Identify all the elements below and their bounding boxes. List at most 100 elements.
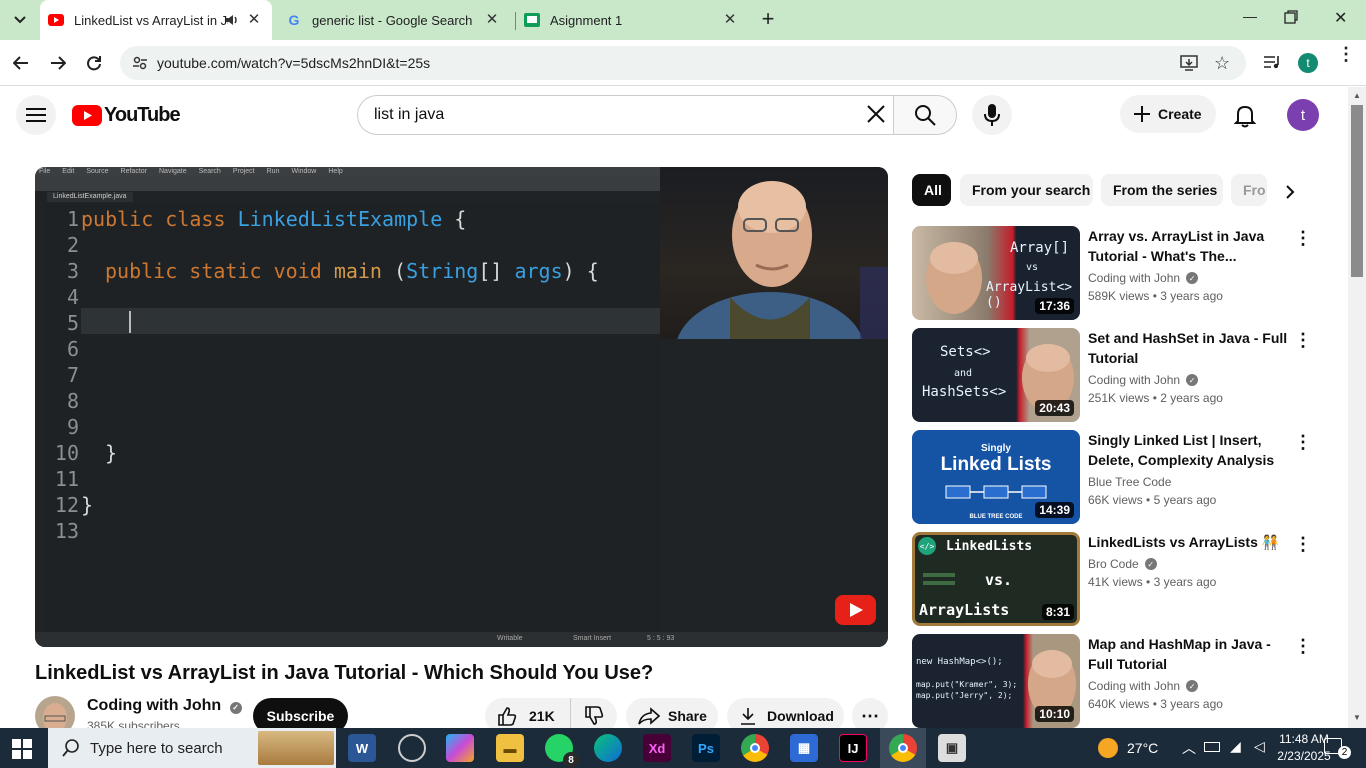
more-options-icon[interactable]: ⋮ [1294,636,1312,656]
install-app-icon[interactable] [1180,55,1198,76]
channel-name[interactable]: Coding with John ✓ [87,697,242,715]
upload-age: 3 years ago [1160,289,1223,303]
show-hidden-icons-icon[interactable]: ︿ [1182,738,1196,758]
speaker-icon[interactable] [224,12,240,28]
recommendation-item[interactable]: </> LinkedLists vs. ArrayLists 8:31 Link… [912,532,1348,626]
profile-avatar[interactable]: t [1298,53,1318,73]
scrollbar-thumb[interactable] [1351,105,1363,277]
restore-icon [1284,10,1298,24]
notifications-button[interactable] [1233,104,1257,133]
recommendation-item[interactable]: Array[] vs ArrayList<>() 17:36 Array vs.… [912,226,1348,320]
line-number: 13 [54,519,79,543]
temperature-text[interactable]: 27°C [1127,740,1158,756]
close-tab-icon[interactable]: ✕ [246,12,262,28]
ide-menu-item: Refactor [120,168,147,175]
battery-icon[interactable] [1204,742,1220,752]
back-button[interactable] [8,50,34,76]
upload-age: 5 years ago [1153,493,1217,507]
video-thumbnail[interactable]: </> LinkedLists vs. ArrayLists 8:31 [912,532,1080,626]
recommendation-item[interactable]: new HashMap<>(); map.put("Kramer", 3); m… [912,634,1348,728]
intellij-app-icon[interactable]: IJ [839,734,867,762]
page-scrollbar[interactable]: ▲ ▼ [1348,87,1366,728]
recommendation-title[interactable]: Array vs. ArrayList in Java Tutorial - W… [1088,226,1298,266]
close-window-button[interactable]: ✕ [1334,8,1354,32]
account-avatar[interactable]: t [1287,99,1319,131]
recommendation-item[interactable]: Sets<> and HashSets<> 20:43 Set and Hash… [912,328,1348,422]
create-button[interactable]: Create [1120,95,1216,133]
restore-window-button[interactable] [1284,10,1308,30]
new-tab-button[interactable]: + [756,8,780,32]
tab-google-search[interactable]: G generic list - Google Search ✕ [278,0,510,40]
recommendation-channel[interactable]: Coding with John ✓ [1088,679,1199,693]
browser-menu-icon[interactable]: ⋮ [1337,45,1355,63]
start-button[interactable] [12,739,32,764]
photos-app-icon[interactable]: ▣ [938,734,966,762]
tab-youtube-video[interactable]: LinkedList vs ArrayList in Jav ✕ [40,0,272,40]
photoshop-app-icon[interactable]: Ps [692,734,720,762]
video-thumbnail[interactable]: Sets<> and HashSets<> 20:43 [912,328,1080,422]
taskbar-search-box[interactable]: Type here to search [48,728,336,768]
media-controls-icon[interactable] [1263,54,1281,75]
search-button[interactable] [893,95,957,135]
share-icon [638,707,660,725]
chip-all[interactable]: All [912,174,951,206]
video-player[interactable]: File Edit Source Refactor Navigate Searc… [35,167,888,647]
duration-badge: 20:43 [1035,400,1074,416]
recommendation-channel[interactable]: Bro Code ✓ [1088,557,1157,571]
more-options-icon[interactable]: ⋮ [1294,330,1312,350]
close-tab-icon[interactable]: ✕ [484,12,500,28]
thumbnail-text: and [954,368,973,379]
video-thumbnail[interactable]: Array[] vs ArrayList<>() 17:36 [912,226,1080,320]
recommendation-item[interactable]: Singly Linked Lists BLUE TREE CODE 14:39… [912,430,1348,524]
chip-from-truncated[interactable]: Fro [1231,174,1267,206]
search-input[interactable]: list in java [357,95,894,135]
minimize-window-button[interactable]: — [1236,8,1264,32]
video-thumbnail[interactable]: Singly Linked Lists BLUE TREE CODE 14:39 [912,430,1080,524]
chip-from-your-search[interactable]: From your search [960,174,1093,206]
recommendation-channel[interactable]: Coding with John ✓ [1088,271,1199,285]
recommendation-title[interactable]: Set and HashSet in Java - Full Tutorial [1088,328,1298,368]
adobe-xd-app-icon[interactable]: Xd [643,734,671,762]
address-bar[interactable]: youtube.com/watch?v=5dscMs2hnDI&t=25s ☆ [120,46,1246,80]
code-editor: 1 2 3 4 5 6 7 8 9 10 11 12 13 public cla… [45,204,660,632]
close-tab-icon[interactable]: ✕ [722,12,738,28]
recommendation-title[interactable]: Singly Linked List | Insert, Delete, Com… [1088,430,1298,470]
site-info-icon[interactable] [132,55,148,76]
copilot-app-icon[interactable] [446,734,474,762]
volume-icon[interactable]: ◁ [1254,738,1265,755]
chip-from-the-series[interactable]: From the series [1101,174,1223,206]
obs-app-icon[interactable] [398,734,426,762]
youtube-logo[interactable]: YouTube [72,104,181,127]
weather-icon[interactable] [1098,738,1118,758]
chrome-profile-app-icon[interactable] [889,734,917,762]
more-options-icon[interactable]: ⋮ [1294,534,1312,554]
whatsapp-app-icon[interactable]: 8 [545,734,579,768]
tab-search-dropdown-button[interactable] [6,6,34,34]
recommendation-title[interactable]: Map and HashMap in Java - Full Tutorial [1088,634,1298,674]
reload-button[interactable] [81,50,107,76]
scroll-up-arrow-icon[interactable]: ▲ [1353,91,1361,100]
chrome-app-icon[interactable] [741,734,769,762]
recommendation-channel[interactable]: Coding with John ✓ [1088,373,1199,387]
more-options-icon[interactable]: ⋮ [1294,432,1312,452]
code-line-10: } [105,441,118,465]
edge-app-icon[interactable] [594,734,622,762]
word-app-icon[interactable]: W [348,734,376,762]
more-options-icon[interactable]: ⋮ [1294,228,1312,248]
chips-next-button[interactable] [1272,176,1308,208]
recommendation-title[interactable]: LinkedLists vs ArrayLists 🧑‍🤝‍🧑 [1088,532,1298,552]
recommendation-channel[interactable]: Blue Tree Code [1088,475,1171,489]
tab-classroom-assignment[interactable]: Asignment 1 ✕ [516,0,748,40]
microsoft-store-icon[interactable]: ▦ [790,734,818,762]
clear-search-icon[interactable] [866,104,888,126]
ide-menu-item: Run [266,168,280,175]
bookmark-star-icon[interactable]: ☆ [1214,53,1230,74]
subscribe-watermark-icon[interactable] [835,595,876,625]
guide-menu-button[interactable] [16,95,56,135]
wifi-icon[interactable]: ◢ [1230,738,1241,755]
forward-button[interactable] [45,50,71,76]
file-explorer-icon[interactable]: ▬ [496,734,524,762]
voice-search-button[interactable] [972,95,1012,135]
scroll-down-arrow-icon[interactable]: ▼ [1353,713,1361,722]
video-thumbnail[interactable]: new HashMap<>(); map.put("Kramer", 3); m… [912,634,1080,728]
